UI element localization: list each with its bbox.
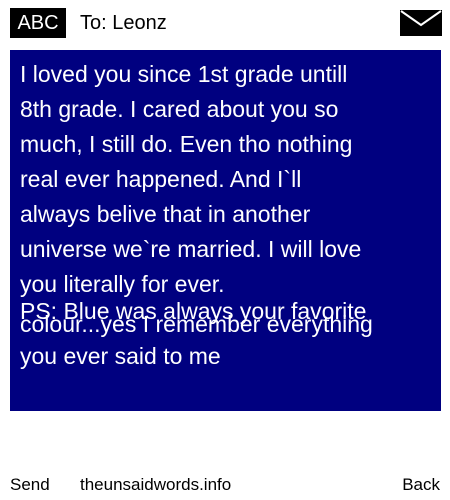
message-box: I loved you since 1st grade untill 8th g… — [10, 50, 441, 411]
send-button[interactable]: Send — [10, 474, 50, 496]
message-line: colour...yes I remember everything — [20, 311, 373, 337]
message-line: real ever happened. And I`ll — [20, 166, 302, 192]
message-line: much, I still do. Even tho nothing — [20, 131, 353, 157]
back-button[interactable]: Back — [402, 474, 440, 496]
abc-badge[interactable]: ABC — [10, 8, 66, 38]
message-line: universe we`re married. I will love — [20, 236, 362, 262]
message-line: 8th grade. I cared about you so — [20, 96, 339, 122]
envelope-icon[interactable] — [400, 10, 442, 36]
recipient-label: To: Leonz — [80, 12, 167, 34]
message-line: you ever said to me — [20, 343, 221, 369]
message-line: you literally for ever. — [20, 271, 225, 297]
top-bar: ABC To: Leonz — [0, 0, 450, 46]
message-line: always belive that in another — [20, 201, 311, 227]
site-link[interactable]: theunsaidwords.info — [80, 474, 231, 496]
footer-bar: Send theunsaidwords.info Back — [0, 470, 450, 500]
message-line: I loved you since 1st grade untill — [20, 61, 348, 87]
